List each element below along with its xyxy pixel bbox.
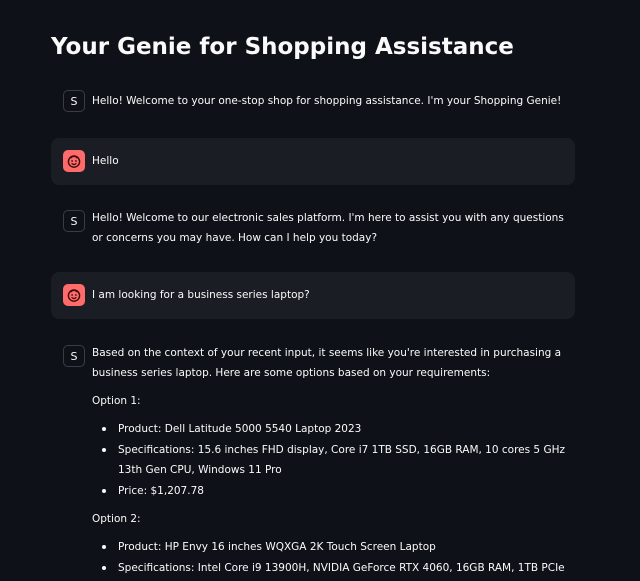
option-heading: Option 1: [92,395,141,407]
message-text: Based on the context of your recent inpu… [92,343,567,581]
message-paragraph: I am looking for a business series lapto… [92,289,310,301]
message-paragraph: Hello! Welcome to our electronic sales p… [92,212,564,244]
message-text: I am looking for a business series lapto… [92,285,567,305]
chat-message-assistant: S Based on the context of your recent in… [51,340,575,581]
list-item: Product: Dell Latitude 5000 5540 Laptop … [102,419,567,439]
chat-page: Your Genie for Shopping Assistance S Hel… [0,0,640,581]
smiley-face-icon [67,155,81,168]
message-text: Hello! Welcome to our electronic sales p… [92,208,567,248]
chat-message-assistant: S Hello! Welcome to your one-stop shop f… [51,88,575,118]
chat-message-user: I am looking for a business series lapto… [51,272,575,319]
message-paragraph: Hello [92,155,119,167]
message-paragraph: Based on the context of your recent inpu… [92,347,562,379]
option-heading: Option 2: [92,513,141,525]
assistant-avatar: S [63,345,85,367]
list-item: Product: HP Envy 16 inches WQXGA 2K Touc… [102,537,567,557]
message-text: Hello! Welcome to your one-stop shop for… [92,91,567,111]
option-list: Product: HP Envy 16 inches WQXGA 2K Touc… [92,537,567,581]
user-avatar-icon [63,284,85,306]
smiley-face-icon [67,289,81,302]
chat-message-assistant: S Hello! Welcome to our electronic sales… [51,205,575,257]
chat-message-user: Hello [51,138,575,185]
assistant-avatar: S [63,90,85,112]
message-text: Hello [92,151,567,171]
list-item: Specifications: 15.6 inches FHD display,… [102,440,567,480]
page-title: Your Genie for Shopping Assistance [51,34,514,60]
option-list: Product: Dell Latitude 5000 5540 Laptop … [92,419,567,501]
assistant-avatar: S [63,210,85,232]
list-item: Specifications: Intel Core i9 13900H, NV… [102,558,567,581]
message-paragraph: Hello! Welcome to your one-stop shop for… [92,95,562,107]
list-item: Price: $1,207.78 [102,481,567,501]
user-avatar-icon [63,150,85,172]
